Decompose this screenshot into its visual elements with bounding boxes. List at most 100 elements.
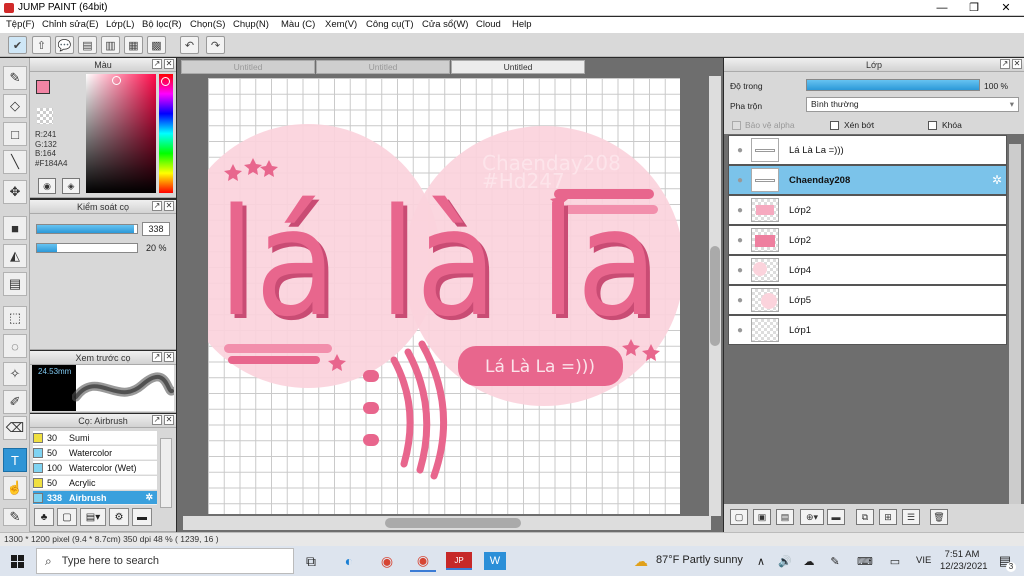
gear-icon[interactable]: ✲ [145, 492, 153, 503]
gear-icon[interactable]: ✲ [992, 173, 1002, 187]
menu-cloud[interactable]: Cloud [476, 19, 501, 30]
visibility-icon[interactable]: ● [729, 175, 751, 186]
layer-row[interactable]: ● Lớp1 [728, 315, 1007, 345]
layer-row[interactable]: ● Lá Là La =))) [728, 135, 1007, 165]
fill-shape-icon[interactable]: ■ [3, 216, 27, 240]
horizontal-scroll-thumb[interactable] [385, 518, 521, 528]
checkbox-box[interactable] [830, 120, 839, 130]
weather-text[interactable]: 87°F Partly sunny [656, 554, 743, 566]
task-view-icon[interactable]: ⧉ [298, 550, 324, 572]
layer-row[interactable]: ● Lớp4 [728, 255, 1007, 285]
visibility-icon[interactable]: ● [729, 145, 751, 156]
hue-slider[interactable] [159, 74, 173, 193]
word-icon[interactable]: W [484, 552, 506, 570]
panel-float-icon[interactable]: ↗ [152, 415, 162, 425]
lasso-tool-icon[interactable]: ◌ [3, 334, 27, 358]
gradient-tool-icon[interactable]: ▤ [3, 272, 27, 296]
foreground-color-swatch[interactable] [36, 80, 50, 94]
document-icon[interactable]: ▥ [101, 36, 120, 54]
layer-options-icon[interactable]: ☰ [902, 509, 920, 525]
brush-settings-icon[interactable]: ⚙ [109, 508, 129, 526]
misc-tool-icon[interactable]: ✎ [3, 508, 27, 526]
horizontal-scrollbar[interactable] [183, 516, 711, 530]
volume-icon[interactable]: 🔊 [772, 550, 798, 572]
eraser-tool-icon[interactable]: ◇ [3, 94, 27, 118]
select-rect-icon[interactable]: ⬚ [3, 306, 27, 330]
close-button[interactable]: ✕ [990, 0, 1022, 16]
comment-icon[interactable]: 💬 [55, 36, 74, 54]
menu-file[interactable]: Tệp(F) [6, 19, 35, 30]
pen-icon[interactable]: ✎ [822, 550, 848, 572]
panel-close-icon[interactable]: ✕ [164, 201, 174, 211]
menu-capture[interactable]: Chụp(N) [233, 19, 269, 30]
panel-float-icon[interactable]: ↗ [1000, 59, 1010, 69]
menu-window[interactable]: Cửa sổ(W) [422, 19, 468, 30]
menu-color[interactable]: Màu (C) [281, 19, 315, 30]
layer-row[interactable]: ● Lớp2 [728, 225, 1007, 255]
chrome-icon[interactable]: ◉ [374, 550, 400, 572]
delete-layer-icon[interactable]: 🗑 [930, 509, 948, 525]
saturation-picker[interactable] [86, 74, 156, 193]
notification-icon[interactable]: ▤ 3 [992, 550, 1018, 572]
taskbar-search-box[interactable]: ⌕ Type here to search [36, 548, 294, 574]
layer-opacity-slider[interactable] [806, 79, 980, 91]
visibility-icon[interactable]: ● [729, 235, 751, 246]
edge-browser-icon[interactable]: ◐ [336, 550, 362, 572]
transparent-swatch[interactable] [37, 108, 53, 124]
visibility-icon[interactable]: ● [729, 295, 751, 306]
panel-close-icon[interactable]: ✕ [164, 415, 174, 425]
panel-float-icon[interactable]: ↗ [152, 201, 162, 211]
blend-mode-select[interactable]: Bình thường ▾ [806, 97, 1019, 112]
layer-row[interactable]: ● Lớp2 [728, 195, 1007, 225]
checkbox-box[interactable] [928, 120, 937, 130]
select-eraser-icon[interactable]: ⌫ [3, 416, 27, 440]
brush-tool-icon[interactable]: ╲ [3, 150, 27, 174]
windows-start-icon[interactable] [2, 550, 32, 572]
new-raster-layer-icon[interactable]: ▣ [753, 509, 771, 525]
protect-alpha-checkbox[interactable]: Bảo vệ alpha [732, 120, 795, 130]
drawing-canvas[interactable]: Lá Là La =))) Chaenday208 #Hd247 lá là l… [208, 78, 680, 514]
layers-scrollbar[interactable] [1009, 144, 1021, 504]
maximize-button[interactable]: ❐ [958, 0, 990, 16]
vertical-scroll-thumb[interactable] [710, 246, 720, 346]
menu-edit[interactable]: Chỉnh sửa(E) [42, 19, 99, 30]
undo-icon[interactable]: ↶ [180, 36, 199, 54]
vertical-scrollbar[interactable] [709, 76, 721, 516]
brush-menu-icon[interactable]: ▤▾ [80, 508, 106, 526]
select-pen-icon[interactable]: ✐ [3, 390, 27, 414]
share-icon[interactable]: ⇧ [32, 36, 51, 54]
layer-row[interactable]: ● Lớp5 [728, 285, 1007, 315]
layer-folder-icon[interactable]: ▬ [827, 509, 845, 525]
message-icon[interactable]: ▤ [78, 36, 97, 54]
brush-item[interactable]: 30 Sumi [33, 431, 157, 445]
new-brush-icon[interactable]: ▢ [57, 508, 77, 526]
visibility-icon[interactable]: ● [729, 325, 751, 336]
bucket-tool-icon[interactable]: ◭ [3, 244, 27, 268]
eyedropper-icon[interactable]: ◉ [38, 178, 56, 194]
panel-close-icon[interactable]: ✕ [164, 352, 174, 362]
input-language[interactable]: VIE [916, 555, 931, 566]
menu-filter[interactable]: Bộ lọc(R) [142, 19, 182, 30]
picker-cursor[interactable] [112, 76, 121, 85]
brush-opacity-slider[interactable] [36, 243, 138, 253]
brush-folder-icon[interactable]: ▬ [132, 508, 152, 526]
visibility-icon[interactable]: ● [729, 265, 751, 276]
brush-size-slider[interactable] [36, 224, 138, 234]
menu-help[interactable]: Help [512, 19, 532, 30]
new-layer-icon[interactable]: ▢ [730, 509, 748, 525]
rectangle-tool-icon[interactable]: □ [3, 122, 27, 146]
page-icon[interactable]: ▦ [124, 36, 143, 54]
menu-layer[interactable]: Lớp(L) [106, 19, 134, 30]
new-text-layer-icon[interactable]: ▤ [776, 509, 794, 525]
panel-float-icon[interactable]: ↗ [152, 59, 162, 69]
menu-view[interactable]: Xem(V) [325, 19, 357, 30]
layer-menu-icon[interactable]: ⊕▾ [800, 509, 824, 525]
magic-wand-icon[interactable]: ✧ [3, 362, 27, 386]
panel-close-icon[interactable]: ✕ [1012, 59, 1022, 69]
visibility-icon[interactable]: ● [729, 205, 751, 216]
merge-layer-icon[interactable]: ⊞ [879, 509, 897, 525]
weather-icon[interactable]: ☁ [628, 550, 654, 572]
cloud-sync-icon[interactable]: ✔ [8, 36, 27, 54]
document-tab[interactable]: Untitled [181, 60, 315, 74]
display-icon[interactable]: ▭ [882, 550, 908, 572]
